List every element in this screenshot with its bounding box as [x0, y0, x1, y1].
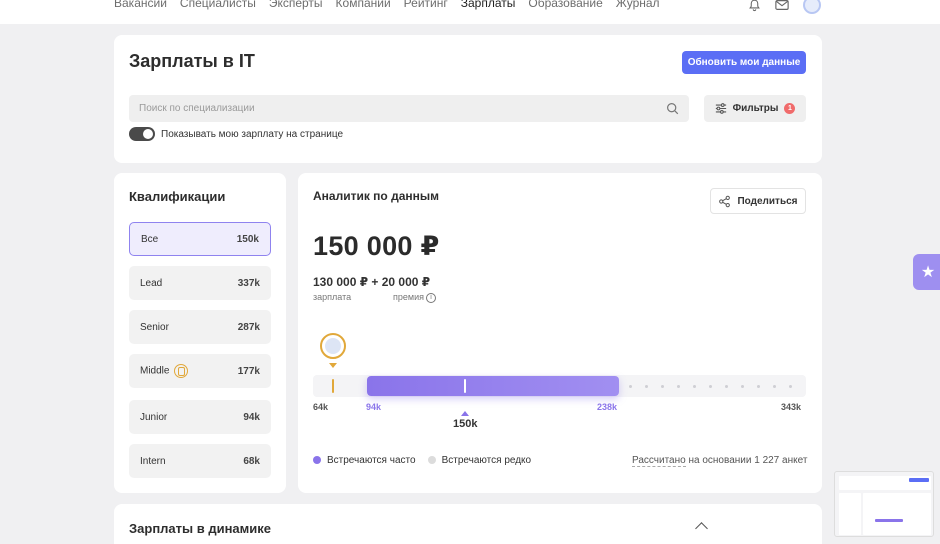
qualification-middle[interactable]: Middle 177k [129, 354, 271, 388]
nav-icons [748, 0, 821, 14]
nav-salaries[interactable]: Зарплаты [461, 0, 516, 10]
legend: Встречаются часто Встречаются редко [313, 455, 531, 466]
legend-often-label: Встречаются часто [327, 455, 416, 466]
scale-dot [709, 385, 712, 388]
qualification-label-wrap: Middle [140, 364, 189, 378]
scale-dot [789, 385, 792, 388]
qualification-label: Intern [140, 455, 166, 467]
scale-max-label: 343k [781, 402, 802, 412]
scale-dot [725, 385, 728, 388]
salary-breakdown: 130 000 ₽ + 20 000 ₽ [313, 275, 431, 289]
scale-min-label: 64k [313, 402, 329, 412]
qualification-value: 177k [237, 365, 260, 377]
common-range-bar [367, 376, 619, 396]
update-data-button[interactable]: Обновить мои данные [682, 51, 806, 74]
range-high-label: 238k [597, 402, 618, 412]
analytics-card: Аналитик по данным Поделиться 150 000 ₽ … [298, 173, 822, 493]
show-salary-row: Показывать мою зарплату на странице [129, 127, 343, 141]
qualification-value: 68k [243, 455, 260, 467]
calc-note: Рассчитано на основании 1 227 анкет [632, 455, 808, 467]
qualification-value: 337k [237, 277, 260, 289]
info-icon[interactable]: i [425, 292, 436, 303]
current-value-arrow-icon [461, 411, 469, 416]
page-preview-thumbnail[interactable] [834, 471, 934, 537]
legend-often: Встречаются часто [313, 455, 416, 466]
nav-journal[interactable]: Журнал [616, 0, 660, 10]
my-avatar-pin[interactable] [319, 333, 346, 359]
nav-vacancies[interactable]: Вакансии [114, 0, 167, 10]
qualification-label: Все [141, 233, 159, 245]
calc-link[interactable]: Рассчитано [632, 455, 686, 467]
filters-button[interactable]: Фильтры 1 [704, 95, 806, 122]
show-salary-label: Показывать мою зарплату на странице [161, 128, 344, 140]
dynamics-title: Зарплаты в динамике [129, 521, 272, 536]
calc-rest: на основании 1 227 анкет [685, 455, 808, 466]
page-title: Зарплаты в IT [129, 51, 255, 71]
legend-rare-label: Встречаются редко [441, 455, 532, 466]
qualification-value: 94k [243, 411, 260, 423]
filters-count-badge: 1 [784, 103, 796, 114]
qualification-label: Lead [140, 277, 163, 289]
search-box [129, 95, 689, 122]
filters-label: Фильтры [732, 103, 779, 114]
nav-companies[interactable]: Компании [336, 0, 391, 10]
star-icon: ★ [920, 264, 936, 281]
legend-rare: Встречаются редко [427, 455, 532, 466]
my-salary-marker [331, 379, 334, 393]
scale-dot [773, 385, 776, 388]
scale-dot [693, 385, 696, 388]
scale-dot [645, 385, 648, 388]
avatar[interactable] [803, 0, 821, 14]
qualification-value: 150k [236, 233, 259, 245]
favorites-tab[interactable]: ★ [913, 254, 940, 290]
share-button[interactable]: Поделиться [710, 188, 806, 214]
header-card: Зарплаты в IT Обновить мои данные Фильтр… [114, 35, 822, 163]
sliders-icon [715, 103, 726, 114]
chevron-up-icon[interactable] [695, 522, 708, 535]
nav-experts[interactable]: Эксперты [269, 0, 323, 10]
mail-icon[interactable] [775, 0, 789, 11]
legend-often-dot [313, 456, 321, 465]
qualification-intern[interactable]: Intern 68k [129, 444, 271, 478]
qualifications-card: Квалификации Все 150k Lead 337k Senior 2… [114, 173, 286, 493]
pin-pointer-icon [328, 363, 337, 368]
search-input[interactable] [139, 103, 666, 114]
top-nav: Вакансии Специалисты Эксперты Компании Р… [0, 0, 940, 24]
search-icon[interactable] [666, 102, 679, 115]
qualification-all[interactable]: Все 150k [129, 222, 271, 256]
qualification-label: Senior [140, 321, 169, 333]
nav-specialists[interactable]: Специалисты [180, 0, 256, 10]
medal-icon [174, 364, 189, 378]
bonus-caption-wrap: премия i [393, 292, 436, 303]
bell-icon[interactable] [748, 0, 761, 12]
nav-rating[interactable]: Рейтинг [404, 0, 448, 10]
qualification-label: Middle [140, 365, 170, 377]
specialization-title: Аналитик по данным [313, 189, 440, 203]
share-label: Поделиться [737, 195, 798, 207]
bonus-caption: премия [393, 292, 424, 302]
total-salary: 150 000 ₽ [313, 231, 440, 261]
scale-dot [629, 385, 632, 388]
qualification-junior[interactable]: Junior 94k [129, 400, 271, 434]
qualification-value: 287k [237, 321, 260, 333]
qualification-label: Junior [140, 411, 168, 423]
qualification-senior[interactable]: Senior 287k [129, 310, 271, 344]
current-salary-marker [464, 379, 466, 393]
share-icon [719, 195, 731, 207]
range-low-label: 94k [366, 402, 382, 412]
scale-dot [741, 385, 744, 388]
show-salary-toggle[interactable] [129, 127, 155, 141]
nav-links: Вакансии Специалисты Эксперты Компании Р… [114, 0, 660, 10]
qualification-lead[interactable]: Lead 337k [129, 266, 271, 300]
dynamics-card: Зарплаты в динамике [114, 504, 822, 544]
scale-dot [677, 385, 680, 388]
legend-rare-dot [427, 456, 436, 465]
nav-education[interactable]: Образование [528, 0, 602, 10]
scale-dot [661, 385, 664, 388]
current-value-label: 150k [453, 418, 478, 430]
qualifications-title: Квалификации [129, 189, 226, 204]
salary-caption: зарплата [313, 292, 352, 302]
scale-dot [757, 385, 760, 388]
